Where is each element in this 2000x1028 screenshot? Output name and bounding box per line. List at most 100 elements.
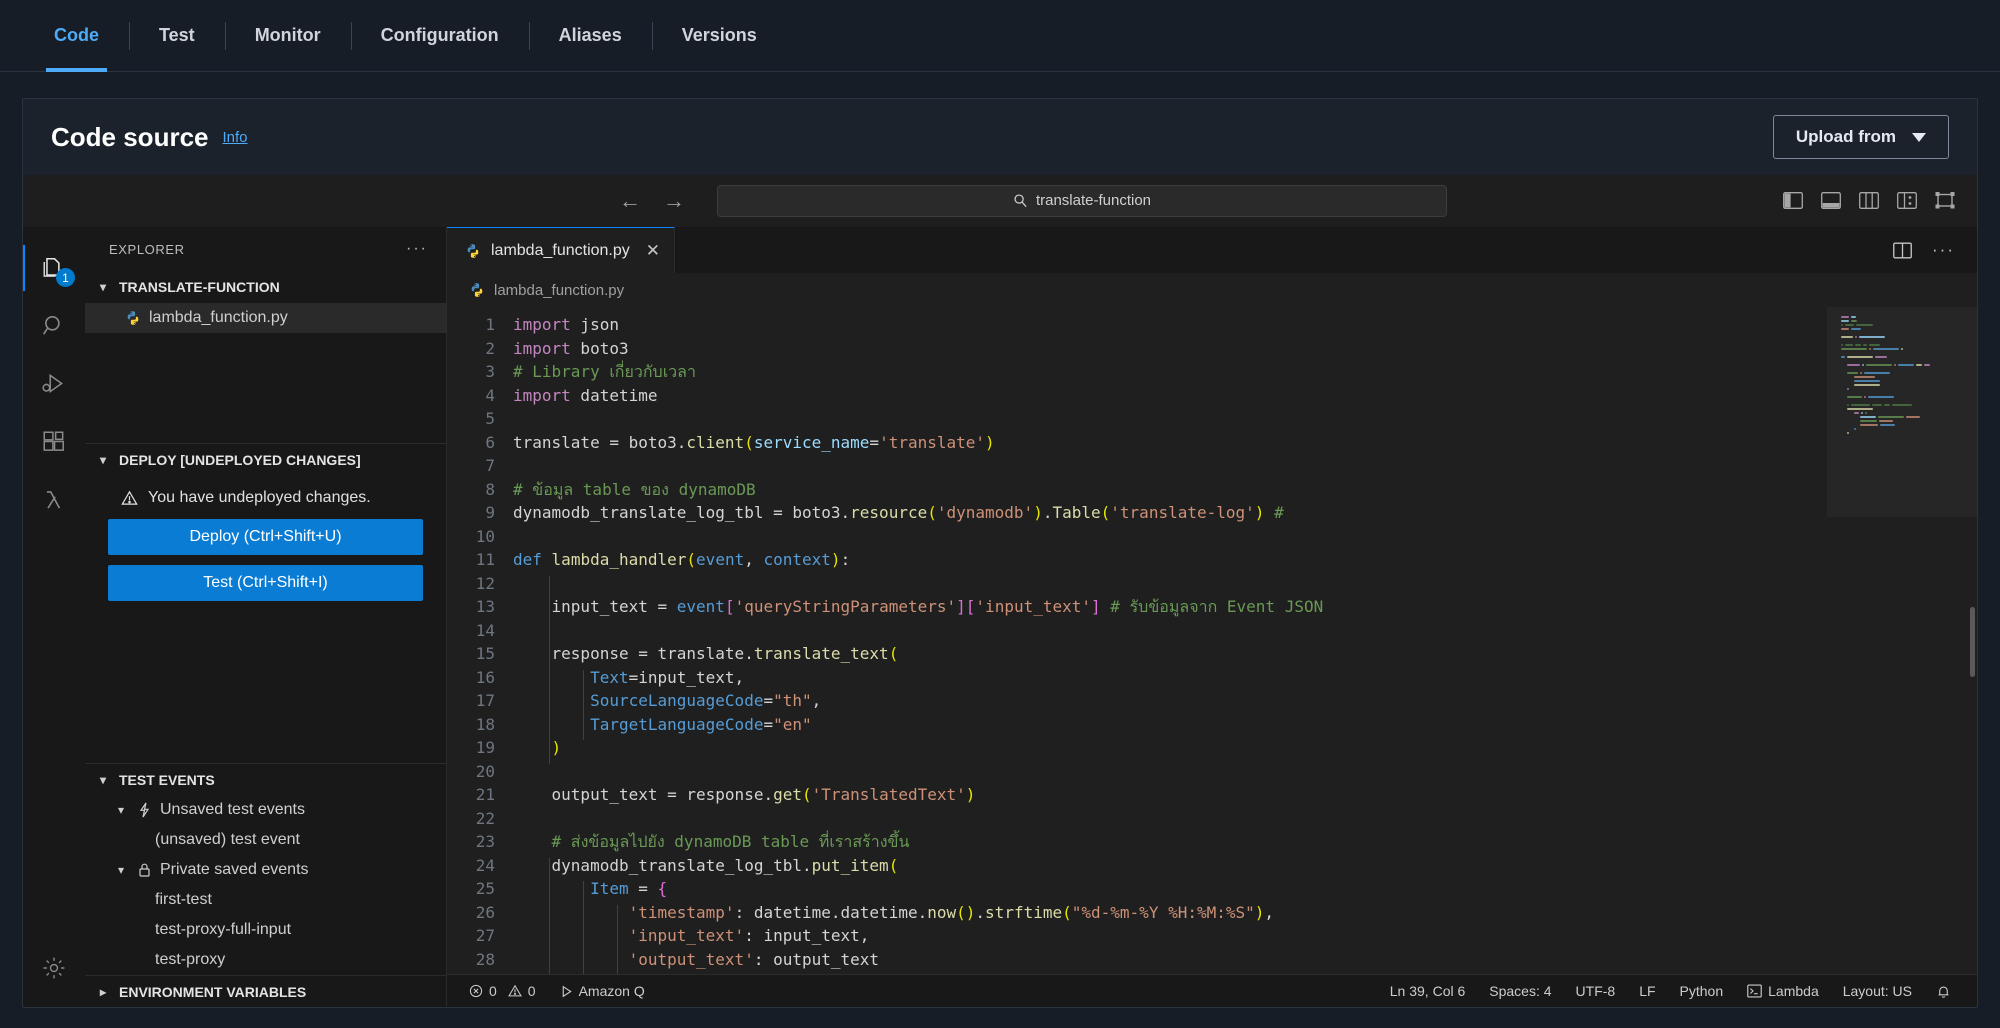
- line-number: 29: [447, 971, 495, 974]
- status-notifications[interactable]: [1924, 975, 1963, 1008]
- explorer-sidebar: EXPLORER ··· ▾ TRANSLATE-FUNCTION lambda…: [85, 227, 447, 1007]
- activity-lambda-icon[interactable]: [23, 471, 85, 529]
- upload-from-button[interactable]: Upload from: [1772, 115, 1949, 159]
- test-event-item[interactable]: (unsaved) test event: [85, 825, 446, 855]
- minimap-slider[interactable]: [1827, 307, 1977, 517]
- quick-open-search[interactable]: translate-function: [717, 184, 1447, 217]
- sidebar-more-actions-icon[interactable]: ···: [406, 240, 428, 258]
- code-line: # Library เกี่ยวกับเวลา: [513, 362, 696, 381]
- tab-aliases[interactable]: Aliases: [528, 0, 652, 72]
- customize-layout-icon[interactable]: [1897, 192, 1917, 209]
- file-item-lambda-function[interactable]: lambda_function.py: [85, 303, 446, 333]
- test-event-item[interactable]: test-proxy: [85, 945, 446, 975]
- status-encoding[interactable]: UTF-8: [1564, 975, 1628, 1008]
- forward-arrow-icon[interactable]: →: [657, 188, 691, 214]
- code-source-panel: Code source Info Upload from ← → transla…: [22, 98, 1978, 1008]
- group-label: Private saved events: [160, 861, 309, 878]
- code-line: 'timestamp': datetime.datetime.now().str…: [628, 902, 1275, 922]
- undeployed-changes-warning: You have undeployed changes.: [85, 475, 446, 519]
- code-line: output_text = response.get('TranslatedTe…: [513, 785, 976, 804]
- toggle-primary-sidebar-icon[interactable]: [1783, 192, 1803, 209]
- sidebar-header: EXPLORER ···: [85, 227, 446, 271]
- activity-extensions-icon[interactable]: [23, 413, 85, 471]
- back-arrow-icon[interactable]: ←: [613, 188, 647, 214]
- status-indentation[interactable]: Spaces: 4: [1477, 975, 1563, 1008]
- status-bar: 0 0 Amazon Q Ln 39, Col 6 Spaces: 4 UTF-…: [447, 974, 1977, 1007]
- tab-code[interactable]: Code: [24, 0, 129, 72]
- code-scroll-region: 1 2 3 4 5 6 7 8 9 10 11 12 13 14 15 16 17 18 19 20 21 22 23 24 2…: [447, 307, 1827, 974]
- status-eol[interactable]: LF: [1627, 975, 1667, 1008]
- line-number: 25: [475, 879, 495, 898]
- test-button[interactable]: Test (Ctrl+Shift+I): [108, 565, 423, 601]
- tab-configuration[interactable]: Configuration: [350, 0, 529, 72]
- toggle-secondary-sidebar-icon[interactable]: [1859, 192, 1879, 209]
- test-events-label: TEST EVENTS: [119, 771, 215, 788]
- code-line: input_text = event['queryStringParameter…: [513, 597, 1324, 616]
- test-event-item[interactable]: test-proxy-full-input: [85, 915, 446, 945]
- status-language-mode[interactable]: Python: [1668, 975, 1736, 1008]
- tab-monitor[interactable]: Monitor: [224, 0, 351, 72]
- code-line: dynamodb_translate_log_tbl = boto3.resou…: [513, 503, 1284, 522]
- test-event-item[interactable]: first-test: [85, 885, 446, 915]
- minimap[interactable]: [1827, 307, 1977, 974]
- code-line: def lambda_handler(event, context):: [513, 550, 851, 569]
- section-translate-function[interactable]: ▾ TRANSLATE-FUNCTION: [85, 271, 446, 303]
- fullscreen-icon[interactable]: [1935, 192, 1955, 209]
- status-lambda-remote[interactable]: Lambda: [1735, 975, 1831, 1008]
- status-keyboard-layout[interactable]: Layout: US: [1831, 975, 1924, 1008]
- sidebar-header-label: EXPLORER: [109, 241, 185, 257]
- code-content[interactable]: import json import boto3 # Library เกี่ยวก…: [509, 307, 1827, 974]
- section-environment-variables-header[interactable]: ▸ ENVIRONMENT VARIABLES: [85, 975, 446, 1007]
- python-file-icon: [469, 282, 485, 298]
- split-editor-icon[interactable]: [1893, 242, 1912, 259]
- activity-run-debug-icon[interactable]: [23, 355, 85, 413]
- scrollbar-thumb[interactable]: [1970, 607, 1975, 677]
- encoding-label: UTF-8: [1575, 983, 1616, 999]
- line-number: 27: [475, 926, 495, 945]
- indentation-label: Spaces: 4: [1489, 983, 1552, 999]
- line-number: 19: [475, 738, 495, 757]
- code-line: Item = {: [590, 879, 668, 898]
- group-private-saved-events[interactable]: ▾ Private saved events: [85, 855, 446, 885]
- group-unsaved-test-events[interactable]: ▾ Unsaved test events: [85, 795, 446, 825]
- tab-versions-label: Versions: [681, 25, 757, 45]
- code-line: # ส่งข้อมูลไปยัง dynamoDB table ที่เราสร…: [551, 832, 910, 851]
- code-editor[interactable]: 1 2 3 4 5 6 7 8 9 10 11 12 13 14 15 16 17 18 19 20 21 22 23 24 2…: [447, 307, 1977, 974]
- status-cursor-position[interactable]: Ln 39, Col 6: [1378, 975, 1478, 1008]
- activity-settings-gear-icon[interactable]: [23, 939, 85, 997]
- status-amazon-q[interactable]: Amazon Q: [548, 975, 657, 1008]
- test-event-label: test-proxy-full-input: [155, 921, 292, 938]
- editor-tab-lambda-function[interactable]: lambda_function.py ✕: [447, 227, 676, 273]
- toggle-panel-icon[interactable]: [1821, 192, 1841, 209]
- code-line: Text=input_text,: [590, 667, 745, 687]
- ide-nav-arrows: ← →: [613, 188, 691, 214]
- chevron-down-icon: ▾: [99, 772, 107, 787]
- editor-tab-actions: ···: [1893, 227, 1977, 273]
- deploy-button[interactable]: Deploy (Ctrl+Shift+U): [108, 519, 423, 555]
- editor-more-actions-icon[interactable]: ···: [1932, 240, 1955, 260]
- activity-explorer-icon[interactable]: 1: [23, 239, 85, 297]
- section-test-events-header[interactable]: ▾ TEST EVENTS: [85, 763, 446, 795]
- folder-name-label: TRANSLATE-FUNCTION: [119, 279, 280, 295]
- tab-test[interactable]: Test: [129, 0, 225, 72]
- ide-layout-controls: [1783, 192, 1977, 209]
- breadcrumb-label[interactable]: lambda_function.py: [494, 282, 624, 299]
- tab-monitor-label: Monitor: [254, 25, 321, 45]
- activity-search-icon[interactable]: [23, 297, 85, 355]
- vertical-scrollbar[interactable]: [1963, 307, 1977, 974]
- tab-versions[interactable]: Versions: [651, 0, 787, 72]
- info-link[interactable]: Info: [223, 129, 248, 146]
- section-deploy-header[interactable]: ▾ DEPLOY [UNDEPLOYED CHANGES]: [85, 443, 446, 475]
- status-problems[interactable]: 0 0: [457, 975, 548, 1008]
- terminal-icon: [1747, 984, 1762, 998]
- cursor-position-label: Ln 39, Col 6: [1389, 983, 1466, 999]
- line-number: 16: [475, 667, 495, 687]
- line-number-gutter: 1 2 3 4 5 6 7 8 9 10 11 12 13 14 15 16 17 18 19 20 21 22 23 24 2…: [447, 307, 509, 974]
- lightning-icon: [137, 802, 152, 818]
- close-icon[interactable]: ✕: [646, 242, 660, 259]
